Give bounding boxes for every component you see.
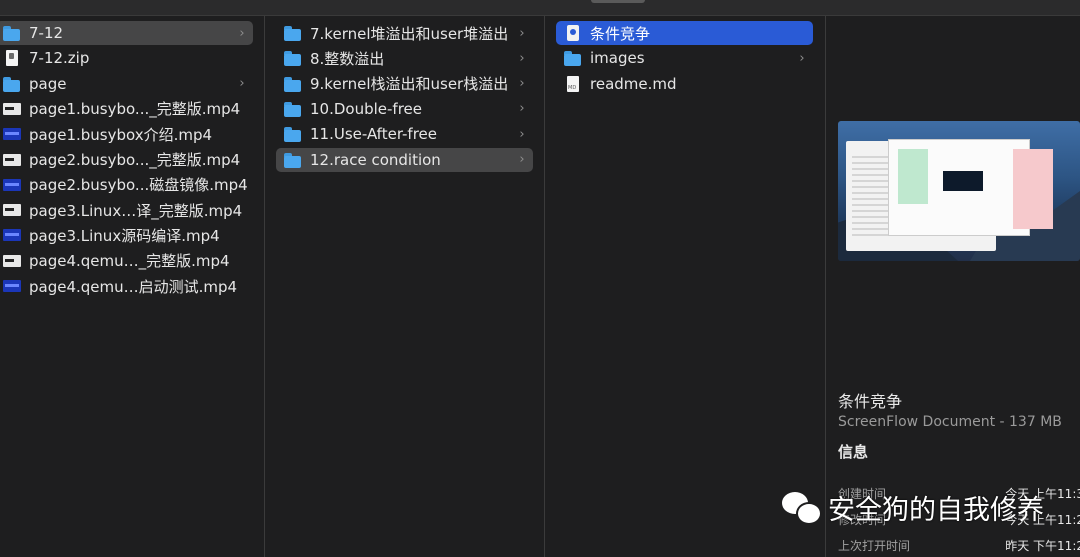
- chevron-right-icon: ›: [519, 25, 525, 41]
- item-label: images: [590, 49, 645, 68]
- preview-pane: 条件竞争 ScreenFlow Document - 137 MB 信息 创建时…: [826, 16, 1080, 557]
- info-heading: 信息: [838, 443, 869, 461]
- folder-icon: [3, 25, 21, 41]
- item-label: page4.qemu…_完整版.mp4: [29, 252, 230, 271]
- chevron-right-icon: ›: [239, 25, 245, 41]
- item-label: page3.Linux…译_完整版.mp4: [29, 201, 243, 220]
- info-value: 今天 上午11:2: [1005, 513, 1080, 527]
- doc-icon: [3, 50, 21, 67]
- list-item[interactable]: 12.race condition ›: [276, 147, 533, 172]
- list-item[interactable]: page3.Linux源码编译.mp4: [0, 223, 253, 247]
- list-item[interactable]: page2.busybo..._完整版.mp4: [0, 148, 253, 172]
- item-label: page3.Linux源码编译.mp4: [29, 226, 220, 245]
- folder-icon: [564, 50, 582, 67]
- list-item[interactable]: readme.md: [556, 72, 813, 96]
- item-label: page2.busybo..._完整版.mp4: [29, 151, 241, 169]
- chevron-right-icon: ›: [519, 126, 525, 142]
- folder-icon: [3, 76, 21, 92]
- list-item[interactable]: 9.kernel栈溢出和user栈溢出 ›: [276, 72, 533, 96]
- item-label: 7.kernel堆溢出和user堆溢出: [310, 24, 509, 43]
- chevron-right-icon: ›: [239, 76, 245, 92]
- window-top-bar: [0, 0, 1080, 16]
- list-item[interactable]: 11.Use-After-free ›: [276, 122, 533, 146]
- list-item[interactable]: page2.busybo...磁盘镜像.mp4: [0, 173, 253, 197]
- info-label: 修改时间: [838, 513, 887, 527]
- folder-icon: [284, 76, 302, 92]
- item-label: readme.md: [590, 74, 677, 93]
- info-value: 今天 上午11:3: [1005, 487, 1080, 501]
- item-label: 7-12: [29, 24, 64, 42]
- item-label: 10.Double-free: [310, 99, 422, 118]
- list-item[interactable]: images ›: [556, 46, 813, 70]
- info-row-modified: 修改时间 今天 上午11:2: [838, 511, 1080, 528]
- info-label: 上次打开时间: [838, 539, 911, 553]
- thumbnail-sidebar-lines: [852, 156, 892, 236]
- video-icon: [3, 253, 21, 269]
- column-1: 7-12 › 7-12.zip page › page1.busybo..._完整版.mp…: [0, 16, 265, 557]
- preview-subtitle: ScreenFlow Document - 137 MB: [838, 414, 1062, 430]
- video-blue-icon: [3, 177, 21, 193]
- thumbnail-pink-block: [1013, 149, 1053, 229]
- list-item[interactable]: page4.qemu…启动测试.mp4: [0, 274, 253, 298]
- column-3: 条件竞争 images › readme.md: [545, 16, 826, 557]
- chevron-right-icon: ›: [519, 76, 525, 92]
- video-icon: [3, 101, 21, 117]
- thumbnail-dark-node: [943, 171, 983, 191]
- list-item[interactable]: page ›: [0, 72, 253, 96]
- folder-icon: [284, 101, 302, 117]
- thumbnail-green-block: [898, 149, 928, 204]
- list-item[interactable]: 10.Double-free ›: [276, 97, 533, 121]
- list-item[interactable]: page1.busybox介绍.mp4: [0, 122, 253, 146]
- folder-icon: [284, 50, 302, 67]
- video-icon: [3, 202, 21, 218]
- preview-title: 条件竞争: [838, 392, 903, 411]
- video-blue-icon: [3, 227, 21, 243]
- item-label: 9.kernel栈溢出和user栈溢出: [310, 75, 509, 94]
- video-icon: [3, 152, 21, 168]
- list-item[interactable]: 7-12.zip: [0, 46, 253, 70]
- item-label: 12.race condition: [310, 150, 441, 169]
- item-label: page: [29, 74, 67, 93]
- screenflow-icon: [564, 25, 582, 41]
- item-label: page1.busybo..._完整版.mp4: [29, 100, 241, 119]
- info-value: 昨天 下午11:2: [1005, 539, 1080, 553]
- list-item[interactable]: 条件竞争: [556, 21, 813, 45]
- column-2: 7.kernel堆溢出和user堆溢出 › 8.整数溢出 › 9.kernel栈溢出和u…: [265, 16, 545, 557]
- info-row-last-opened: 上次打开时间 昨天 下午11:2: [838, 537, 1080, 554]
- chevron-right-icon: ›: [799, 50, 805, 66]
- video-blue-icon: [3, 126, 21, 142]
- item-label: page1.busybox介绍.mp4: [29, 125, 213, 144]
- item-label: 11.Use-After-free: [310, 125, 438, 144]
- drag-handle[interactable]: [591, 0, 645, 3]
- md-icon: [564, 75, 582, 92]
- list-item[interactable]: page3.Linux…译_完整版.mp4: [0, 198, 253, 222]
- chevron-right-icon: ›: [519, 152, 525, 167]
- item-label: 7-12.zip: [29, 49, 90, 68]
- preview-thumbnail[interactable]: [838, 121, 1080, 261]
- list-item[interactable]: page1.busybo..._完整版.mp4: [0, 97, 253, 121]
- chevron-right-icon: ›: [519, 101, 525, 117]
- list-item[interactable]: 7-12 ›: [0, 21, 253, 45]
- folder-icon: [284, 152, 302, 168]
- folder-icon: [284, 25, 302, 41]
- item-label: 条件竞争: [590, 24, 651, 43]
- info-label: 创建时间: [838, 487, 887, 501]
- list-item[interactable]: 8.整数溢出 ›: [276, 46, 533, 70]
- item-label: page2.busybo...磁盘镜像.mp4: [29, 176, 248, 195]
- info-row-created: 创建时间 今天 上午11:3: [838, 485, 1080, 502]
- video-blue-icon: [3, 278, 21, 294]
- item-label: 8.整数溢出: [310, 49, 385, 68]
- folder-icon: [284, 126, 302, 143]
- list-item[interactable]: 7.kernel堆溢出和user堆溢出 ›: [276, 21, 533, 45]
- chevron-right-icon: ›: [519, 50, 525, 66]
- item-label: page4.qemu…启动测试.mp4: [29, 277, 238, 296]
- list-item[interactable]: page4.qemu…_完整版.mp4: [0, 249, 253, 273]
